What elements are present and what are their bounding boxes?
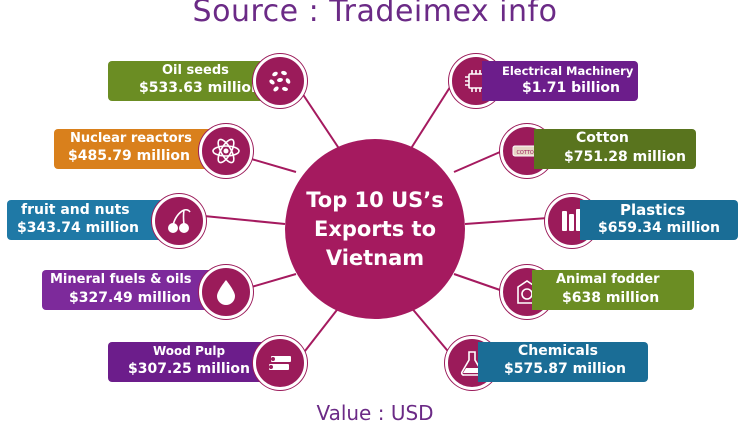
item-wood-pulp: Wood Pulp $307.25 million <box>108 342 268 382</box>
item-label: Electrical Machinery <box>502 64 634 78</box>
item-label: fruit and nuts <box>21 202 130 218</box>
connector-nuclear-reactors <box>247 157 297 173</box>
item-value: $575.87 million <box>504 361 627 377</box>
item-mineral-fuels: Mineral fuels & oils $327.49 million <box>42 270 214 310</box>
item-value: $638 million <box>562 290 660 306</box>
item-nuclear-reactors: Nuclear reactors $485.79 million <box>54 129 214 169</box>
connector-animal-fodder <box>453 273 501 291</box>
item-label: Nuclear reactors <box>70 131 192 146</box>
connector-electrical <box>409 83 453 151</box>
connector-mineral-fuels <box>247 273 297 289</box>
logs-icon <box>253 336 307 390</box>
item-label: Wood Pulp <box>153 344 226 358</box>
atom-icon <box>199 124 253 178</box>
item-label: Chemicals <box>518 343 599 359</box>
item-value: $533.63 million <box>139 80 262 96</box>
center-title: Top 10 US’s Exports to Vietnam <box>306 187 444 270</box>
item-label: Oil seeds <box>162 63 229 78</box>
item-label: Plastics <box>620 201 686 219</box>
item-value: $307.25 million <box>128 361 251 377</box>
item-value: $659.34 million <box>598 220 721 236</box>
item-animal-fodder: Animal fodder $638 million <box>532 270 694 310</box>
connector-fruit-nuts <box>203 215 286 225</box>
item-label: Cotton <box>576 130 629 146</box>
item-electrical-machinery: Electrical Machinery $1.71 billion <box>482 61 638 101</box>
item-value: $485.79 million <box>68 148 191 164</box>
connector-chemicals <box>409 305 453 357</box>
item-label: Mineral fuels & oils <box>50 272 192 287</box>
item-value: $327.49 million <box>69 290 192 306</box>
connector-plastics <box>464 217 549 225</box>
item-cotton: Cotton $751.28 million <box>534 129 696 169</box>
item-plastics: Plastics $659.34 million <box>580 200 738 240</box>
value-unit-note: Value : USD <box>316 401 434 425</box>
connector-cotton <box>453 151 501 173</box>
drop-icon <box>199 265 253 319</box>
cherry-icon <box>152 194 206 248</box>
item-value: $1.71 billion <box>522 80 620 96</box>
item-value: $751.28 million <box>564 149 687 165</box>
item-fruit-nuts: fruit and nuts $343.74 million <box>7 200 167 240</box>
item-oil-seeds: Oil seeds $533.63 million <box>108 61 268 101</box>
item-label: Animal fodder <box>556 272 660 287</box>
center-hub: Top 10 US’s Exports to Vietnam <box>285 139 465 319</box>
item-value: $343.74 million <box>17 220 140 236</box>
item-chemicals: Chemicals $575.87 million <box>478 342 648 382</box>
seeds-icon <box>253 54 307 108</box>
